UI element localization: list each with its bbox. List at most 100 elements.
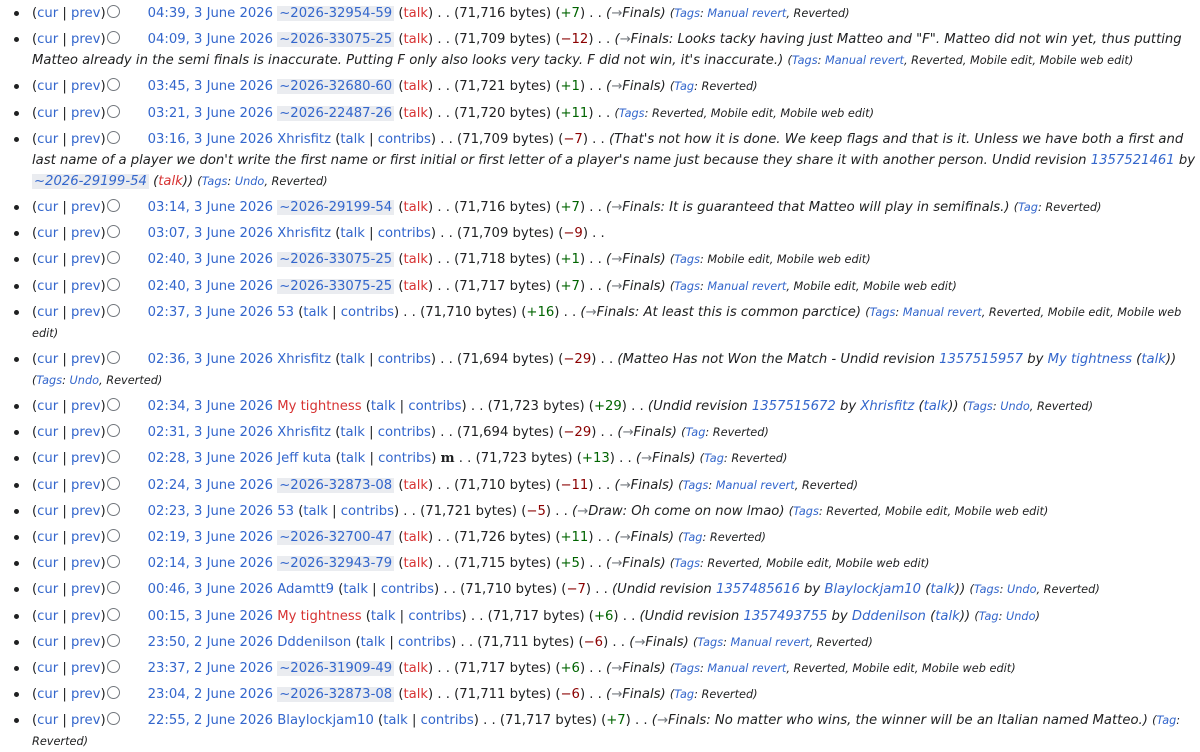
prev-link[interactable]: prev xyxy=(71,713,100,728)
prev-link[interactable]: prev xyxy=(71,530,100,545)
user-talk-link[interactable]: talk xyxy=(403,200,428,215)
tag-item[interactable]: Manual revert xyxy=(903,306,982,319)
cur-link[interactable]: cur xyxy=(37,79,58,94)
undo-user-link[interactable]: Xhrisfitz xyxy=(860,399,914,414)
revision-date-link[interactable]: 03:07, 3 June 2026 xyxy=(148,226,273,241)
tags-label-link[interactable]: Tags xyxy=(674,253,700,266)
tags-label-link[interactable]: Tag xyxy=(1018,201,1038,214)
tags-label-link[interactable]: Tags xyxy=(674,280,700,293)
revision-date-link[interactable]: 02:34, 3 June 2026 xyxy=(148,399,273,414)
section-arrow-link[interactable]: → xyxy=(611,661,622,676)
user-talk-link[interactable]: talk xyxy=(383,713,408,728)
tag-item[interactable]: Manual revert xyxy=(716,479,795,492)
revision-date-link[interactable]: 23:50, 2 June 2026 xyxy=(148,635,273,650)
user-link[interactable]: 53 xyxy=(277,305,294,320)
user-talk-link[interactable]: talk xyxy=(303,305,328,320)
user-talk-link[interactable]: talk xyxy=(341,451,366,466)
cur-link[interactable]: cur xyxy=(37,478,58,493)
section-arrow-link[interactable]: → xyxy=(622,425,633,440)
tags-label-link[interactable]: Tag xyxy=(674,80,694,93)
prev-link[interactable]: prev xyxy=(71,352,100,367)
compare-radio[interactable] xyxy=(106,398,120,412)
tags-label-link[interactable]: Tags xyxy=(36,374,62,387)
compare-radio[interactable] xyxy=(106,581,120,595)
user-contribs-link[interactable]: contribs xyxy=(378,226,431,241)
user-link[interactable]: ~2026-32680-60 xyxy=(277,79,395,95)
user-link[interactable]: Xhrisfitz xyxy=(277,352,331,367)
user-talk-link[interactable]: talk xyxy=(361,635,386,650)
user-talk-link[interactable]: talk xyxy=(403,530,428,545)
prev-link[interactable]: prev xyxy=(71,451,100,466)
prev-link[interactable]: prev xyxy=(71,6,100,21)
prev-link[interactable]: prev xyxy=(71,32,100,47)
tag-item[interactable]: Manual revert xyxy=(707,7,786,20)
cur-link[interactable]: cur xyxy=(37,635,58,650)
compare-radio[interactable] xyxy=(106,225,120,239)
cur-link[interactable]: cur xyxy=(37,504,58,519)
user-talk-link[interactable]: talk xyxy=(403,556,428,571)
user-link[interactable]: ~2026-22487-26 xyxy=(277,105,395,121)
cur-link[interactable]: cur xyxy=(37,609,58,624)
cur-link[interactable]: cur xyxy=(37,556,58,571)
undo-user-link[interactable]: ~2026-29199-54 xyxy=(32,173,149,189)
tag-item[interactable]: Manual revert xyxy=(731,636,810,649)
revision-date-link[interactable]: 03:21, 3 June 2026 xyxy=(148,106,273,121)
compare-radio[interactable] xyxy=(106,529,120,542)
revision-date-link[interactable]: 02:31, 3 June 2026 xyxy=(148,425,273,440)
cur-link[interactable]: cur xyxy=(37,582,58,597)
cur-link[interactable]: cur xyxy=(37,530,58,545)
user-link[interactable]: Xhrisfitz xyxy=(277,132,331,147)
tags-label-link[interactable]: Tags xyxy=(674,7,700,20)
cur-link[interactable]: cur xyxy=(37,687,58,702)
tags-label-link[interactable]: Tags xyxy=(683,479,709,492)
cur-link[interactable]: cur xyxy=(37,132,58,147)
user-talk-link[interactable]: talk xyxy=(371,399,396,414)
user-talk-link[interactable]: talk xyxy=(340,132,365,147)
user-talk-link[interactable]: talk xyxy=(403,279,428,294)
compare-radio[interactable] xyxy=(106,277,120,291)
section-arrow-link[interactable]: → xyxy=(577,504,588,519)
user-contribs-link[interactable]: contribs xyxy=(378,425,431,440)
tag-item[interactable]: Undo xyxy=(235,175,265,188)
undo-user-link[interactable]: Blaylockjam10 xyxy=(824,582,921,597)
section-arrow-link[interactable]: → xyxy=(620,478,631,493)
revision-date-link[interactable]: 23:04, 2 June 2026 xyxy=(148,687,273,702)
compare-radio[interactable] xyxy=(106,130,120,144)
revision-date-link[interactable]: 02:40, 3 June 2026 xyxy=(148,252,273,267)
prev-link[interactable]: prev xyxy=(71,399,100,414)
revision-date-link[interactable]: 03:16, 3 June 2026 xyxy=(148,132,273,147)
prev-link[interactable]: prev xyxy=(71,132,100,147)
tag-item[interactable]: Undo xyxy=(70,374,100,387)
tag-item[interactable]: Manual revert xyxy=(707,280,786,293)
user-contribs-link[interactable]: contribs xyxy=(378,132,431,147)
undo-user-talk-link[interactable]: talk xyxy=(158,174,183,189)
user-talk-link[interactable]: talk xyxy=(340,226,365,241)
user-contribs-link[interactable]: contribs xyxy=(381,582,434,597)
undo-revision-link[interactable]: 1357485616 xyxy=(716,582,800,597)
compare-radio[interactable] xyxy=(106,104,120,118)
cur-link[interactable]: cur xyxy=(37,32,58,47)
tags-label-link[interactable]: Tags xyxy=(697,636,723,649)
undo-revision-link[interactable]: 1357521461 xyxy=(1091,153,1175,168)
prev-link[interactable]: prev xyxy=(71,425,100,440)
tags-label-link[interactable]: Tag xyxy=(1156,714,1176,727)
section-arrow-link[interactable]: → xyxy=(611,556,622,571)
user-link[interactable]: ~2026-32873-08 xyxy=(277,687,395,703)
user-talk-link[interactable]: talk xyxy=(340,352,365,367)
user-talk-link[interactable]: talk xyxy=(403,6,428,21)
revision-date-link[interactable]: 02:36, 3 June 2026 xyxy=(148,352,273,367)
user-contribs-link[interactable]: contribs xyxy=(408,609,461,624)
user-link[interactable]: Adamtt9 xyxy=(277,582,334,597)
prev-link[interactable]: prev xyxy=(71,687,100,702)
revision-date-link[interactable]: 04:09, 3 June 2026 xyxy=(148,32,273,47)
cur-link[interactable]: cur xyxy=(37,661,58,676)
tags-label-link[interactable]: Tag xyxy=(704,452,724,465)
compare-radio[interactable] xyxy=(106,31,120,45)
user-link[interactable]: ~2026-32700-47 xyxy=(277,530,395,545)
user-contribs-link[interactable]: contribs xyxy=(398,635,451,650)
revision-date-link[interactable]: 02:23, 3 June 2026 xyxy=(148,504,273,519)
user-link[interactable]: ~2026-29199-54 xyxy=(277,199,395,215)
tag-item[interactable]: Undo xyxy=(1000,400,1030,413)
user-contribs-link[interactable]: contribs xyxy=(341,305,394,320)
user-contribs-link[interactable]: contribs xyxy=(408,399,461,414)
